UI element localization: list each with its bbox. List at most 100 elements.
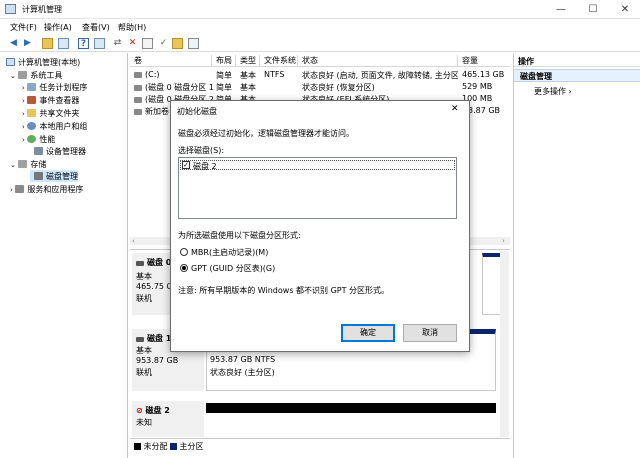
table-cell: 简单: [216, 83, 232, 92]
scroll-left-arrow-icon[interactable]: ‹: [132, 237, 135, 245]
column-volume[interactable]: 卷: [132, 55, 212, 67]
tree-item-system-tools[interactable]: ⌄ 系统工具: [10, 70, 62, 81]
table-cell: 465.13 GB: [462, 70, 505, 79]
actions-section-disk-management: 磁盘管理: [520, 72, 552, 81]
document-icon[interactable]: [142, 38, 153, 49]
table-row-volume[interactable]: 新加卷: [134, 106, 174, 117]
chevron-right-icon: ›: [568, 87, 572, 96]
column-filesystem[interactable]: 文件系统: [262, 55, 298, 67]
table-cell: 529 MB: [462, 82, 493, 91]
mbr-radio[interactable]: MBR(主启动记录)(M): [180, 247, 268, 258]
back-arrow-icon[interactable]: ◀: [8, 38, 19, 49]
chevron-right-icon: ›: [22, 110, 25, 118]
table-cell: 基本: [240, 83, 256, 92]
show-hide-tree-icon[interactable]: [58, 38, 69, 49]
minimize-button[interactable]: —: [546, 0, 576, 19]
tree-item-shared-folders[interactable]: › 共享文件夹: [22, 108, 79, 119]
volume-icon: [134, 109, 142, 115]
volume-icon: [134, 72, 142, 78]
gpt-note: 注意: 所有早期版本的 Windows 都不识别 GPT 分区形式。: [178, 286, 390, 295]
disk-0-name: 磁盘 0: [136, 257, 171, 268]
help-icon[interactable]: ?: [78, 38, 89, 49]
menu-file[interactable]: 文件(F): [10, 22, 37, 33]
disk-icon: [136, 261, 144, 266]
chevron-right-icon: ›: [10, 186, 13, 194]
folder-icon[interactable]: [42, 38, 53, 49]
event-log-icon: [27, 96, 37, 104]
chevron-down-icon: ⌄: [10, 72, 16, 80]
legend-primary: 主分区: [170, 441, 204, 452]
chevron-right-icon: ›: [22, 97, 25, 105]
device-manager-icon: [34, 147, 43, 155]
disk-view-vertical-scrollbar[interactable]: [500, 251, 509, 437]
actions-pane: 操作 磁盘管理 更多操作 ›: [513, 53, 640, 458]
menu-action[interactable]: 操作(A): [44, 22, 72, 33]
properties-icon[interactable]: [94, 38, 105, 49]
close-button[interactable]: ✕: [610, 0, 640, 19]
radio-button[interactable]: [180, 248, 188, 256]
storage-icon: [18, 160, 28, 168]
radio-button[interactable]: [180, 264, 188, 272]
column-layout[interactable]: 布局: [214, 55, 236, 67]
tree-item-root[interactable]: 计算机管理(本地): [6, 57, 80, 68]
legend-unallocated: 未分配: [134, 441, 168, 452]
disk-1-name: 磁盘 1: [136, 333, 171, 344]
forward-arrow-icon[interactable]: ▶: [22, 38, 33, 49]
disk-2-name: ⊘ 磁盘 2: [136, 406, 170, 415]
tree-item-device-manager[interactable]: 设备管理器: [34, 146, 86, 157]
initialize-disk-dialog: 初始化磁盘 ✕ 磁盘必须经过初始化，逻辑磁盘管理器才能访问。 选择磁盘(S): …: [170, 100, 470, 352]
open-folder-icon[interactable]: [172, 38, 183, 49]
column-capacity[interactable]: 容量: [460, 55, 510, 67]
tree-item-storage[interactable]: ⌄ 存储: [10, 159, 46, 170]
services-icon: [15, 185, 25, 193]
dialog-close-button[interactable]: ✕: [451, 104, 459, 114]
window-title: 计算机管理: [22, 5, 62, 14]
list-icon[interactable]: [188, 38, 199, 49]
disk-checkbox[interactable]: ✓: [182, 161, 190, 169]
tree-item-event-viewer[interactable]: › 事件查看器: [22, 95, 79, 106]
actions-header: 操作: [518, 57, 534, 66]
tree-item-services[interactable]: › 服务和应用程序: [10, 184, 83, 195]
menu-view[interactable]: 查看(V): [82, 22, 110, 33]
connect-icon[interactable]: ⇄: [112, 38, 123, 49]
gpt-radio[interactable]: GPT (GUID 分区表)(G): [180, 263, 275, 274]
navigation-tree: 计算机管理(本地) ⌄ 系统工具 › 任务计划程序 › 事件查看器 › 共享文件…: [0, 53, 128, 458]
table-row-volume[interactable]: (磁盘 0 磁盘分区 1): [134, 82, 214, 93]
partition-style-label: 为所选磁盘使用以下磁盘分区形式:: [178, 231, 301, 240]
list-item[interactable]: [180, 160, 455, 170]
disk-0-type: 基本: [136, 272, 152, 281]
column-type[interactable]: 类型: [238, 55, 260, 67]
chevron-right-icon: ›: [22, 84, 25, 92]
column-status[interactable]: 状态: [300, 55, 458, 67]
disk-2-unallocated-bar[interactable]: [206, 403, 496, 413]
table-cell: 状态良好 (启动, 页面文件, 故障转储, 主分区): [302, 71, 458, 80]
legend-swatch: [134, 443, 141, 450]
title-bar: 计算机管理 — ☐ ✕: [0, 0, 640, 19]
disk-item-label: 磁盘 2: [193, 162, 217, 171]
check-icon[interactable]: ✓: [158, 38, 169, 49]
disk-1-status: 联机: [136, 368, 152, 377]
tree-item-disk-management-label[interactable]: 磁盘管理: [34, 171, 78, 182]
cancel-button[interactable]: 取消: [403, 324, 457, 342]
tree-item-performance[interactable]: › 性能: [22, 134, 55, 145]
tree-item-task-scheduler[interactable]: › 任务计划程序: [22, 82, 87, 93]
tree-item-local-users[interactable]: › 本地用户和组: [22, 121, 87, 132]
delete-icon[interactable]: ✕: [127, 38, 138, 49]
computer-management-icon: [5, 4, 16, 14]
disk-1-partition-status: 状态良好 (主分区): [210, 368, 275, 377]
disk-icon: [136, 337, 144, 342]
table-row-volume[interactable]: (C:): [134, 70, 214, 79]
shared-folder-icon: [27, 109, 37, 117]
disk-2-type: 未知: [136, 418, 152, 427]
more-actions-link[interactable]: 更多操作 ›: [534, 86, 572, 97]
disk-listbox[interactable]: ✓ 磁盘 2: [178, 157, 457, 219]
menu-help[interactable]: 帮助(H): [118, 22, 146, 33]
toolbar: ◀ ▶ ? ⇄ ✕ ✓: [0, 35, 640, 52]
table-cell: 简单: [216, 71, 232, 80]
users-icon: [27, 122, 37, 130]
scroll-right-arrow-icon[interactable]: ›: [502, 237, 505, 245]
disk-1-partition-size: 953.87 GB NTFS: [210, 355, 276, 364]
maximize-button[interactable]: ☐: [578, 0, 608, 19]
ok-button[interactable]: 确定: [341, 324, 395, 342]
clock-icon: [27, 83, 37, 91]
